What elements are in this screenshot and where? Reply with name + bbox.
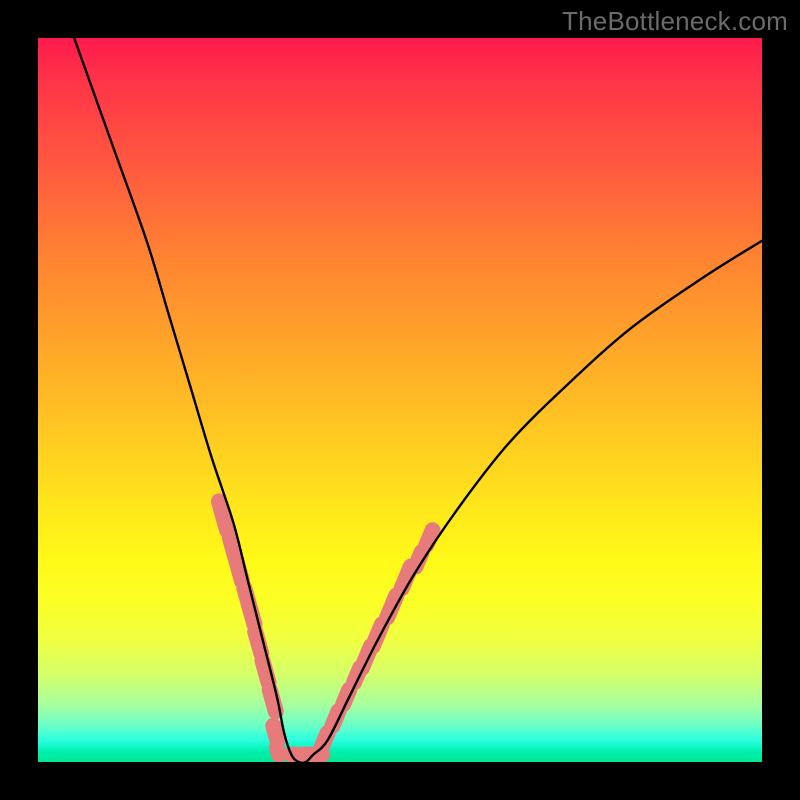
- watermark-text: TheBottleneck.com: [562, 6, 788, 37]
- marker-capsule: [244, 588, 254, 624]
- chart-svg: [38, 38, 762, 762]
- marker-capsule: [273, 726, 277, 740]
- marker-capsule: [277, 748, 279, 755]
- plot-area: [38, 38, 762, 762]
- bottleneck-curve: [74, 38, 762, 762]
- marker-capsule: [219, 501, 227, 530]
- marker-capsule: [426, 530, 432, 544]
- marker-group: [219, 501, 433, 754]
- chart-frame: TheBottleneck.com: [0, 0, 800, 800]
